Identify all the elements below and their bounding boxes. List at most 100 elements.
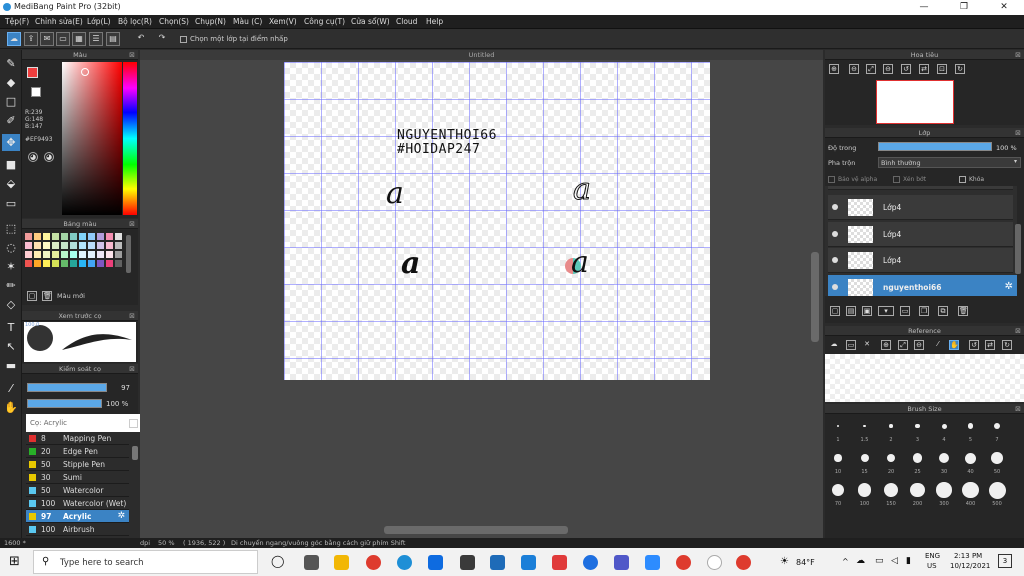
palette-swatch[interactable]	[97, 233, 104, 240]
dropbox-icon[interactable]	[428, 555, 443, 570]
palette-scrollbar[interactable]	[126, 235, 131, 273]
delete-layer-icon[interactable]: 🗑	[958, 306, 968, 316]
hand-icon[interactable]: ✋	[2, 399, 20, 416]
palette-swatch[interactable]	[79, 233, 86, 240]
pen-icon[interactable]: ✎	[2, 55, 20, 72]
mail-icon[interactable]	[521, 555, 536, 570]
weather-icon[interactable]: ☀	[780, 556, 789, 567]
brush-size-dot[interactable]	[884, 483, 898, 497]
palette-swatch[interactable]	[52, 242, 59, 249]
panel-close-icon[interactable]: ⊠	[1015, 50, 1021, 60]
close-icon[interactable]: ✕	[862, 340, 872, 350]
clock-date[interactable]: 10/12/2021	[950, 562, 990, 570]
menu-cloud[interactable]: Cloud	[396, 17, 417, 26]
color-cursor[interactable]	[81, 68, 89, 76]
checkbox-icon[interactable]	[893, 176, 900, 183]
undo-icon[interactable]: ↶	[132, 32, 150, 46]
menu-view[interactable]: Xem(V)	[269, 17, 297, 26]
fit-icon[interactable]: ⤢	[898, 340, 908, 350]
rotate-right-icon[interactable]: ↻	[955, 64, 965, 74]
maximize-button[interactable]: ❐	[944, 0, 984, 15]
lasso-icon[interactable]: ◌	[2, 239, 20, 256]
palette-swatch[interactable]	[106, 260, 113, 267]
zoom-out-icon[interactable]: ⊖	[849, 64, 859, 74]
brush-size-dot[interactable]	[941, 423, 947, 429]
brush-size-dot[interactable]	[831, 483, 845, 497]
delete-palette-icon[interactable]: 🗑	[42, 291, 52, 301]
panel-close-icon[interactable]: ⊠	[129, 50, 135, 60]
palette-swatch[interactable]	[70, 260, 77, 267]
chrome-alt-icon[interactable]	[736, 555, 751, 570]
palette-swatch[interactable]	[43, 242, 50, 249]
list-icon[interactable]: ☰	[89, 32, 103, 46]
merge-down-icon[interactable]: ⧉	[938, 306, 948, 316]
brush-icon[interactable]: ✐	[2, 112, 20, 129]
layer-opacity-slider[interactable]	[878, 142, 992, 151]
gear-icon[interactable]: ✲	[117, 510, 125, 523]
color-wheel-icon[interactable]: ◕	[44, 152, 54, 162]
menu-edit[interactable]: Chỉnh sửa(E)	[35, 17, 83, 26]
move-icon[interactable]: ✥	[2, 134, 20, 151]
select-layer-option[interactable]: Chọn một lớp tại điểm nhấp	[180, 35, 288, 43]
cloud-icon[interactable]: ☁	[7, 32, 21, 46]
menu-layer[interactable]: Lớp(L)	[87, 17, 111, 26]
weather-temp[interactable]: 84°F	[796, 558, 815, 567]
eye-icon[interactable]	[832, 257, 838, 263]
palette-swatch[interactable]	[106, 251, 113, 258]
fill-rect-icon[interactable]: ■	[2, 156, 20, 173]
chrome-icon[interactable]	[366, 555, 381, 570]
panel-close-icon[interactable]: ⊠	[129, 364, 135, 374]
magic-wand-icon[interactable]: ✶	[2, 258, 20, 275]
select-rect-icon[interactable]: ⬚	[2, 220, 20, 237]
palette-swatch[interactable]	[97, 251, 104, 258]
protect-alpha-toggle[interactable]: Bảo vệ alpha	[828, 176, 877, 183]
hand-icon[interactable]: ✋	[949, 340, 959, 350]
notification-icon[interactable]: 3	[998, 554, 1012, 568]
palette-swatch[interactable]	[43, 260, 50, 267]
open-folder-icon[interactable]: ▭	[846, 340, 856, 350]
network-icon[interactable]: ▭	[875, 556, 884, 566]
brush-opacity-slider[interactable]	[27, 399, 102, 408]
store-icon[interactable]	[460, 555, 475, 570]
palette-swatch[interactable]	[88, 242, 95, 249]
layer-row[interactable]: Lớp4	[828, 195, 1013, 220]
palette-swatch[interactable]	[34, 233, 41, 240]
medibang-icon[interactable]	[707, 555, 722, 570]
palette-swatch[interactable]	[61, 233, 68, 240]
menu-color[interactable]: Màu (C)	[233, 17, 262, 26]
palette-swatch[interactable]	[61, 242, 68, 249]
palette-swatch[interactable]	[97, 260, 104, 267]
brush-item[interactable]: 50 Stipple Pen	[26, 458, 129, 471]
brush-size-dot[interactable]	[938, 452, 950, 464]
brush-size-dot[interactable]	[993, 422, 1001, 430]
flip-icon[interactable]: ⇄	[919, 64, 929, 74]
region-label[interactable]: US	[927, 562, 937, 570]
widgets-icon[interactable]	[304, 555, 319, 570]
teams-icon[interactable]	[614, 555, 629, 570]
divide-icon[interactable]: ▬	[2, 357, 20, 374]
palette-swatch[interactable]	[25, 233, 32, 240]
zoom-app-icon[interactable]	[645, 555, 660, 570]
text-icon[interactable]: T	[2, 319, 20, 336]
palette-swatch[interactable]	[70, 242, 77, 249]
gear-icon[interactable]: ✲	[1005, 281, 1013, 292]
menu-file[interactable]: Tệp(F)	[5, 17, 29, 26]
comment-icon[interactable]: ✉	[40, 32, 54, 46]
eye-icon[interactable]	[832, 204, 838, 210]
photos-icon[interactable]	[490, 555, 505, 570]
brush-size-dot[interactable]	[915, 423, 920, 429]
brush-item[interactable]: 100 Watercolor (Wet)	[26, 497, 129, 510]
palette-swatch[interactable]	[61, 251, 68, 258]
palette-swatch[interactable]	[115, 260, 122, 267]
actual-size-icon[interactable]: ⊖	[883, 64, 893, 74]
layer-opacity-value[interactable]: 100 %	[996, 144, 1017, 152]
palette-swatch[interactable]	[25, 251, 32, 258]
palette-swatch[interactable]	[106, 242, 113, 249]
zoom-in-icon[interactable]: ⊕	[829, 64, 839, 74]
panel-close-icon[interactable]: ⊠	[1015, 128, 1021, 138]
menu-help[interactable]: Help	[426, 17, 443, 26]
palette-swatch[interactable]	[25, 242, 32, 249]
clock-time[interactable]: 2:13 PM	[954, 552, 982, 560]
windows-start-icon[interactable]: ⊞	[9, 554, 20, 569]
menu-capture[interactable]: Chụp(N)	[195, 17, 226, 26]
